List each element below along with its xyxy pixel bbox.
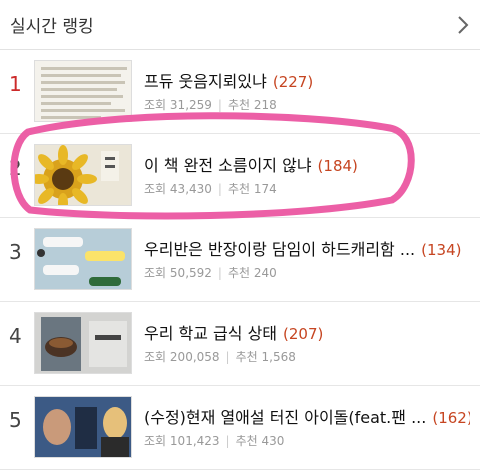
comment-count: (184) — [317, 157, 358, 175]
ranking-item[interactable]: 3 우리반은 반장이랑 담임이 하드캐리함 ... (134) 조회 50,592… — [0, 218, 480, 302]
post-title[interactable]: 우리반은 반장이랑 담임이 하드캐리함 ... — [144, 240, 415, 259]
post-thumbnail[interactable] — [34, 396, 132, 458]
likes-label: 추천 — [227, 98, 251, 112]
comment-count: (162) — [432, 409, 470, 427]
views-label: 조회 — [144, 350, 167, 364]
likes-value: 1,568 — [261, 350, 296, 364]
likes-label: 추천 — [227, 182, 251, 196]
likes-value: 240 — [253, 266, 277, 280]
likes-label: 추천 — [235, 350, 258, 364]
ranking-list: 1 프듀 웃음지뢰있냐 (227) 조회 31,259 | 추천 218 2 이… — [0, 50, 480, 470]
chevron-right-icon[interactable] — [456, 14, 470, 36]
views-label: 조회 — [144, 182, 167, 196]
post-meta: 조회 101,423 | 추천 430 — [144, 434, 285, 448]
post-title[interactable]: 우리 학교 급식 상태 — [144, 324, 277, 343]
likes-label: 추천 — [235, 434, 258, 448]
rank-number: 2 — [9, 156, 22, 180]
views-value: 101,423 — [169, 434, 220, 448]
ranking-item[interactable]: 5 (수정)현재 열애설 터진 아이돌(feat.팬 ... (162) 조회 1… — [0, 386, 480, 470]
comment-count: (207) — [283, 325, 324, 343]
views-value: 43,430 — [169, 182, 212, 196]
views-value: 200,058 — [169, 350, 220, 364]
post-meta: 조회 50,592 | 추천 240 — [144, 266, 277, 280]
ranking-item[interactable]: 4 우리 학교 급식 상태 (207) 조회 200,058 | 추천 1,568 — [0, 302, 480, 386]
comment-count: (134) — [421, 241, 462, 259]
likes-label: 추천 — [227, 266, 251, 280]
ranking-item[interactable]: 1 프듀 웃음지뢰있냐 (227) 조회 31,259 | 추천 218 — [0, 50, 480, 134]
ranking-header[interactable]: 실시간 랭킹 — [0, 0, 480, 50]
rank-number: 4 — [9, 324, 22, 348]
likes-value: 218 — [253, 98, 277, 112]
rank-number: 5 — [9, 408, 22, 432]
views-label: 조회 — [144, 266, 167, 280]
post-thumbnail[interactable] — [34, 312, 132, 374]
post-title[interactable]: (수정)현재 열애설 터진 아이돌(feat.팬 ... — [144, 408, 426, 427]
post-thumbnail[interactable] — [34, 228, 132, 290]
post-meta: 조회 43,430 | 추천 174 — [144, 182, 277, 196]
ranking-item[interactable]: 2 이 책 완전 소름이지 않냐 (184) 조회 43,430 | 추천 17… — [0, 134, 480, 218]
post-meta: 조회 31,259 | 추천 218 — [144, 98, 277, 112]
likes-value: 430 — [261, 434, 285, 448]
views-label: 조회 — [144, 434, 167, 448]
comment-count: (227) — [272, 73, 314, 91]
post-thumbnail[interactable] — [34, 144, 132, 206]
post-title[interactable]: 이 책 완전 소름이지 않냐 — [144, 156, 312, 175]
post-title[interactable]: 프듀 웃음지뢰있냐 — [144, 72, 267, 91]
views-label: 조회 — [144, 98, 167, 112]
likes-value: 174 — [253, 182, 277, 196]
ranking-header-title: 실시간 랭킹 — [10, 17, 94, 37]
post-meta: 조회 200,058 | 추천 1,568 — [144, 350, 296, 364]
rank-number: 3 — [9, 240, 22, 264]
rank-number: 1 — [9, 72, 22, 96]
views-value: 50,592 — [169, 266, 212, 280]
views-value: 31,259 — [169, 98, 212, 112]
post-thumbnail[interactable] — [34, 60, 132, 122]
